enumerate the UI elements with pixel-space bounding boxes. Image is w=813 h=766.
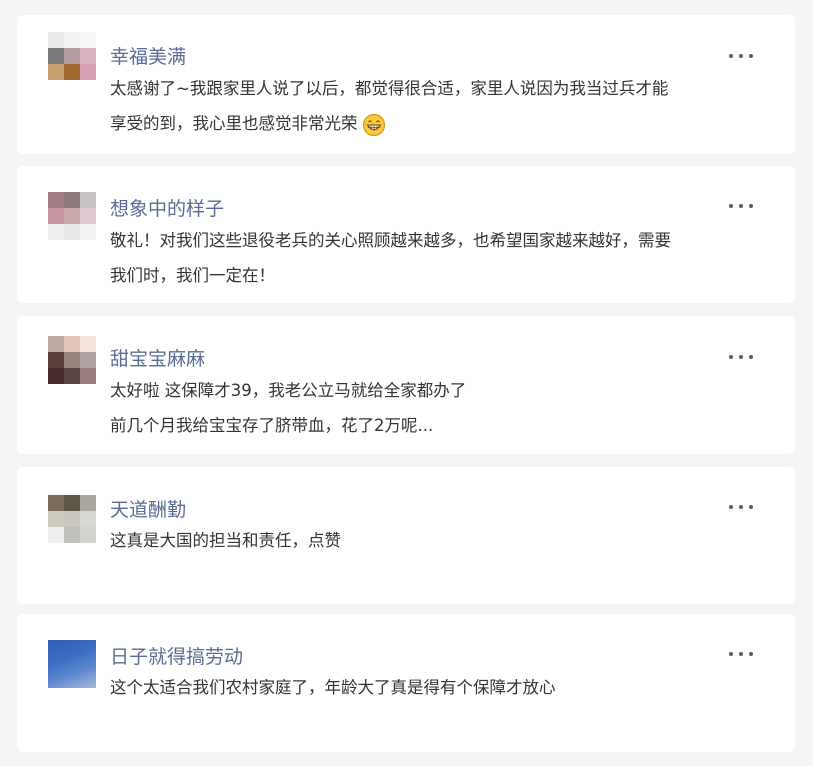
avatar-pixel bbox=[80, 48, 96, 64]
more-options-icon[interactable] bbox=[729, 345, 753, 369]
comment-card: 甜宝宝麻麻 太好啦 这保障才39，我老公立马就给全家都办了 前几个月我给宝宝存了… bbox=[17, 316, 795, 454]
username[interactable]: 天道酬勤 bbox=[110, 495, 186, 522]
comment-card: 想象中的样子 敬礼！对我们这些退役老兵的关心照顾越来越多，也希望国家越来越好，需… bbox=[17, 166, 795, 303]
avatar-pixel bbox=[80, 64, 96, 80]
username[interactable]: 想象中的样子 bbox=[110, 194, 224, 221]
avatar-pixel bbox=[64, 527, 80, 543]
avatar-pixel bbox=[80, 336, 96, 352]
avatar-pixel bbox=[64, 64, 80, 80]
comment-line: 太好啦 这保障才39，我老公立马就给全家都办了 bbox=[110, 381, 467, 400]
more-options-icon[interactable] bbox=[729, 495, 753, 519]
comment-card: 天道酬勤 这真是大国的担当和责任，点赞 bbox=[17, 467, 795, 604]
comment-text: 这个太适合我们农村家庭了，年龄大了真是得有个保障才放心 bbox=[110, 670, 740, 705]
avatar-pixel bbox=[48, 511, 64, 527]
avatar-pixel bbox=[64, 208, 80, 224]
avatar-pixel bbox=[64, 192, 80, 208]
avatar-pixel bbox=[48, 336, 64, 352]
avatar-pixel bbox=[48, 208, 64, 224]
username[interactable]: 幸福美满 bbox=[110, 42, 186, 69]
avatar-pixel bbox=[80, 224, 96, 240]
avatar-pixel bbox=[80, 352, 96, 368]
avatar-pixel bbox=[80, 32, 96, 48]
comment-text: 太好啦 这保障才39，我老公立马就给全家都办了 前几个月我给宝宝存了脐带血，花了… bbox=[110, 373, 740, 443]
more-options-icon[interactable] bbox=[729, 642, 753, 666]
more-options-icon[interactable] bbox=[729, 44, 753, 68]
comment-line: 这个太适合我们农村家庭了，年龄大了真是得有个保障才放心 bbox=[110, 678, 556, 697]
avatar-pixel bbox=[80, 208, 96, 224]
username[interactable]: 日子就得搞劳动 bbox=[110, 642, 243, 669]
avatar-pixel bbox=[64, 32, 80, 48]
avatar-pixel bbox=[64, 224, 80, 240]
comment-line: 我们时，我们一定在！ bbox=[110, 266, 275, 285]
comment-line: 太感谢了~我跟家里人说了以后，都觉得很合适，家里人说因为我当过兵才能 bbox=[110, 79, 669, 98]
comment-line: 敬礼！对我们这些退役老兵的关心照顾越来越多，也希望国家越来越好，需要 bbox=[110, 231, 671, 250]
avatar-pixel bbox=[80, 511, 96, 527]
avatar-pixel bbox=[48, 48, 64, 64]
avatar-pixel bbox=[48, 527, 64, 543]
avatar-pixel bbox=[48, 192, 64, 208]
avatar-pixel bbox=[64, 495, 80, 511]
more-options-icon[interactable] bbox=[729, 194, 753, 218]
avatar-pixel bbox=[64, 511, 80, 527]
avatar-pixel bbox=[64, 352, 80, 368]
comment-line: 享受的到，我心里也感觉非常光荣 bbox=[110, 106, 740, 141]
avatar[interactable] bbox=[48, 336, 96, 384]
avatar-pixel bbox=[64, 48, 80, 64]
avatar-pixel bbox=[48, 32, 64, 48]
avatar-pixel bbox=[48, 495, 64, 511]
avatar-pixel bbox=[80, 368, 96, 384]
avatar-pixel bbox=[48, 352, 64, 368]
avatar-pixel bbox=[80, 192, 96, 208]
avatar-pixel bbox=[48, 368, 64, 384]
comment-line: 这真是大国的担当和责任，点赞 bbox=[110, 531, 341, 550]
comment-card: 日子就得搞劳动 这个太适合我们农村家庭了，年龄大了真是得有个保障才放心 bbox=[17, 614, 795, 752]
avatar-pixel bbox=[64, 368, 80, 384]
comment-text: 敬礼！对我们这些退役老兵的关心照顾越来越多，也希望国家越来越好，需要 我们时，我… bbox=[110, 223, 740, 293]
avatar-pixel bbox=[48, 224, 64, 240]
avatar[interactable] bbox=[48, 32, 96, 80]
grinning-face-emoji-icon bbox=[362, 113, 385, 136]
avatar-pixel bbox=[80, 527, 96, 543]
avatar-pixel bbox=[48, 64, 64, 80]
comment-text: 这真是大国的担当和责任，点赞 bbox=[110, 523, 740, 558]
avatar-pixel bbox=[64, 336, 80, 352]
comment-text: 太感谢了~我跟家里人说了以后，都觉得很合适，家里人说因为我当过兵才能 享受的到，… bbox=[110, 71, 740, 141]
comment-line: 前几个月我给宝宝存了脐带血，花了2万呢... bbox=[110, 416, 434, 435]
avatar[interactable] bbox=[48, 640, 96, 688]
username[interactable]: 甜宝宝麻麻 bbox=[110, 344, 205, 371]
comment-card: 幸福美满 太感谢了~我跟家里人说了以后，都觉得很合适，家里人说因为我当过兵才能 … bbox=[17, 15, 795, 154]
avatar-pixel bbox=[80, 495, 96, 511]
avatar[interactable] bbox=[48, 192, 96, 240]
avatar[interactable] bbox=[48, 495, 96, 543]
